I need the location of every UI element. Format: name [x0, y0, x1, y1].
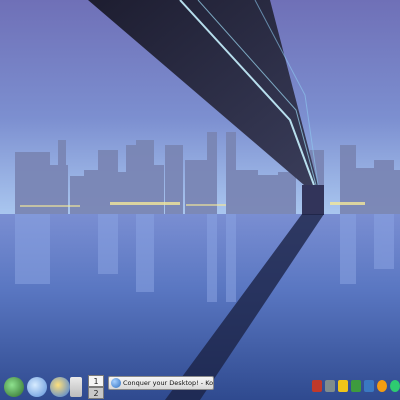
taskbar-item-konqueror[interactable]: Conquer your Desktop! - Konqu — [108, 376, 214, 390]
tray-network-icon[interactable] — [325, 380, 335, 392]
pager-desktop-1[interactable]: 1 — [88, 375, 104, 387]
taskbar: 1 2 Conquer your Desktop! - Konqu — [0, 374, 400, 400]
konqueror-browser-icon[interactable] — [50, 377, 70, 397]
tray-audio-icon[interactable] — [312, 380, 322, 392]
taskbar-item-label: Conquer your Desktop! - Konqu — [123, 379, 214, 387]
desktop-pager: 1 2 — [88, 374, 104, 400]
wallpaper-city-bridge — [0, 0, 400, 400]
system-tray — [312, 377, 400, 397]
tray-clock-icon[interactable] — [390, 380, 400, 392]
tray-update-icon[interactable] — [351, 380, 361, 392]
desktop[interactable]: 1 2 Conquer your Desktop! - Konqu — [0, 0, 400, 400]
show-desktop-icon[interactable] — [70, 377, 82, 397]
tray-clipboard-icon[interactable] — [338, 380, 348, 392]
tray-kmix-icon[interactable] — [377, 380, 387, 392]
konqueror-icon — [111, 378, 121, 388]
pager-desktop-2[interactable]: 2 — [88, 387, 104, 399]
home-folder-icon[interactable] — [27, 377, 47, 397]
bridge-pier — [302, 185, 324, 215]
tray-printer-icon[interactable] — [364, 380, 374, 392]
kde-menu-icon[interactable] — [4, 377, 24, 397]
